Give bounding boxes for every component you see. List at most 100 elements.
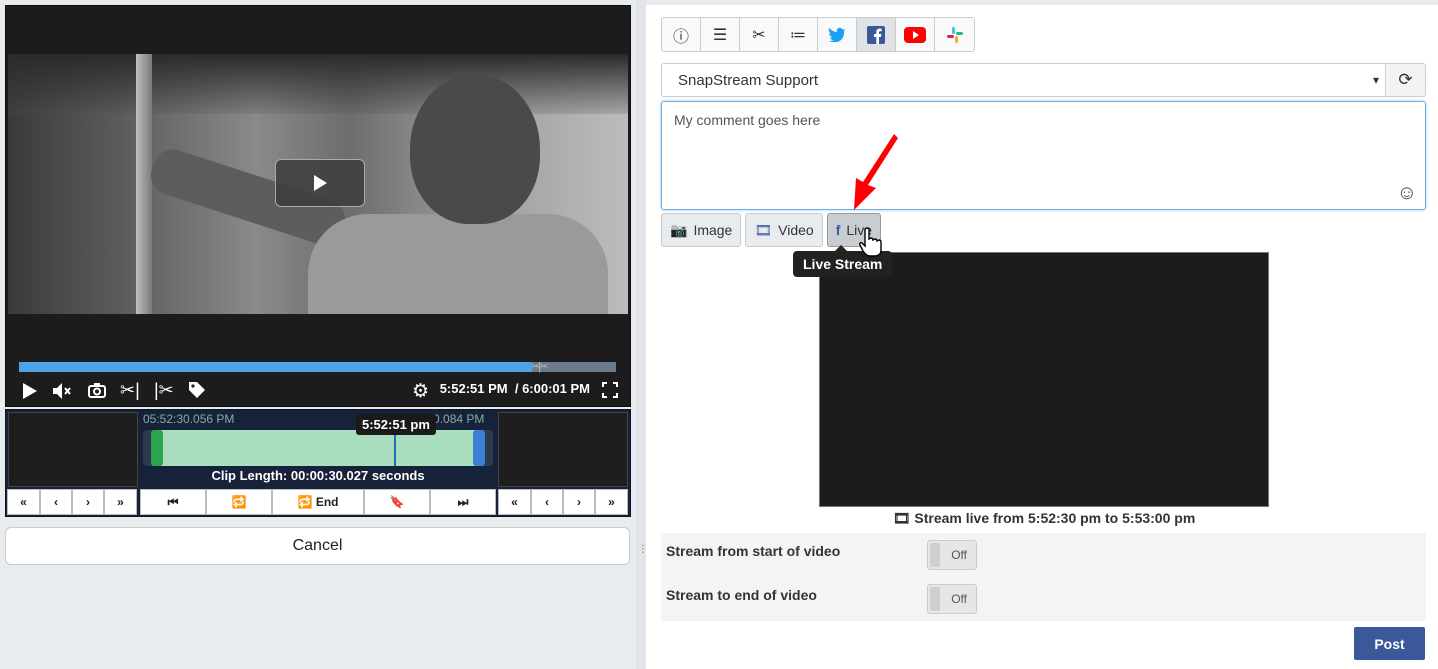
list-icon: ≔: [790, 26, 806, 44]
youtube-icon: [904, 26, 926, 43]
video-player[interactable]: ✂|✂ ✂| |✂ ⚙ 5:52:51 PM / 6:00:01 PM: [5, 5, 631, 407]
clip-start-handle[interactable]: [151, 430, 163, 466]
video-bg-head: [410, 74, 540, 224]
text-icon: ☰: [712, 26, 728, 44]
go-end-button[interactable]: ⏭: [430, 489, 496, 515]
loop-icon: 🔁: [297, 495, 313, 509]
fullscreen-button[interactable]: [602, 382, 618, 398]
playhead-cursor[interactable]: [394, 430, 396, 466]
total-time: / 6:00:01 PM: [514, 381, 590, 396]
clip-marker-icon: ✂|✂: [531, 361, 548, 373]
tab-slack[interactable]: [935, 18, 974, 51]
stream-start-label: Stream from start of video: [666, 543, 841, 559]
film-icon: 🎞: [754, 221, 773, 238]
stream-start-state: Off: [951, 548, 967, 562]
skip-end-icon: ⏭: [457, 494, 469, 509]
right-panel: ⓘ ☰ ✂ ≔ SnapStream Support ▾ ⟳ My commen…: [646, 5, 1438, 669]
account-select[interactable]: SnapStream Support ▾: [661, 63, 1386, 97]
tag-button[interactable]: [188, 381, 206, 399]
stream-range-text: Stream live from 5:52:30 pm to 5:53:00 p…: [914, 510, 1196, 526]
tab-clip[interactable]: ✂: [740, 18, 779, 51]
stream-start-toggle[interactable]: Off: [927, 540, 977, 570]
film-icon: 🎞: [892, 510, 911, 526]
start-nav-buttons: « ‹ › »: [7, 489, 137, 515]
scissors-end-icon: |✂: [154, 380, 174, 400]
stream-preview: [819, 252, 1269, 507]
go-start-button[interactable]: ⏮: [140, 489, 206, 515]
clip-end-handle[interactable]: [473, 430, 485, 466]
current-time: 5:52:51 PM: [439, 381, 508, 396]
snapshot-button[interactable]: [88, 382, 106, 398]
start-forward-big-button[interactable]: »: [104, 489, 137, 515]
start-forward-button[interactable]: ›: [72, 489, 104, 515]
big-play-button[interactable]: [275, 159, 365, 207]
play-icon: [314, 175, 327, 191]
end-forward-button[interactable]: ›: [563, 489, 595, 515]
start-back-button[interactable]: ‹: [40, 489, 72, 515]
video-button[interactable]: 🎞 Video: [745, 213, 823, 247]
video-bg-body: [308, 214, 608, 314]
panel-splitter[interactable]: ⋮: [636, 0, 648, 669]
end-back-big-button[interactable]: «: [498, 489, 531, 515]
cancel-button[interactable]: Cancel: [5, 527, 630, 565]
emoji-icon[interactable]: ☺: [1397, 182, 1417, 205]
image-button-label: Image: [693, 222, 733, 238]
settings-button[interactable]: ⚙: [412, 380, 429, 403]
play-button[interactable]: [22, 382, 38, 400]
hand-cursor-icon: [859, 227, 882, 257]
bookmark-button[interactable]: 🔖: [364, 489, 430, 515]
clip-button[interactable]: ✂|: [120, 380, 140, 401]
refresh-icon: ⟳: [1398, 70, 1413, 89]
facebook-icon: [867, 25, 885, 44]
refresh-button[interactable]: ⟳: [1386, 63, 1426, 97]
tab-text[interactable]: ☰: [701, 18, 740, 51]
clip-start-label: 05:52:30.056 PM: [143, 412, 235, 426]
mute-icon: [53, 383, 71, 399]
scissors-icon: ✂|: [120, 380, 140, 400]
stream-end-toggle[interactable]: Off: [927, 584, 977, 614]
share-tabs: ⓘ ☰ ✂ ≔: [661, 17, 975, 52]
volume-button[interactable]: [52, 382, 72, 400]
tab-youtube[interactable]: [896, 18, 935, 51]
clip-range-slider[interactable]: [143, 430, 493, 466]
end-forward-big-button[interactable]: »: [595, 489, 628, 515]
start-back-big-button[interactable]: «: [7, 489, 40, 515]
tag-icon: [189, 382, 205, 398]
end-nav-buttons: « ‹ › »: [498, 489, 628, 515]
video-frame[interactable]: [8, 54, 628, 314]
seek-bar-fill: [19, 362, 533, 372]
clip-length-text: Clip Length: 00:00:30.027 seconds: [211, 468, 425, 483]
camera-icon: [88, 383, 106, 398]
comment-field[interactable]: My comment goes here ☺: [661, 101, 1426, 210]
tab-twitter[interactable]: [818, 18, 857, 51]
tab-info[interactable]: ⓘ: [662, 18, 701, 51]
tab-list[interactable]: ≔: [779, 18, 818, 51]
stream-range-label: 🎞 Stream live from 5:52:30 pm to 5:53:00…: [819, 510, 1269, 527]
stream-options: Stream from start of video Off Stream to…: [661, 533, 1426, 621]
facebook-f-icon: f: [835, 222, 841, 238]
account-row: SnapStream Support ▾ ⟳: [661, 63, 1426, 97]
skip-start-icon: ⏮: [167, 494, 179, 509]
end-back-button[interactable]: ‹: [531, 489, 563, 515]
scissors-icon: ✂: [752, 26, 766, 44]
chevron-down-icon: ▾: [1372, 73, 1379, 87]
video-bg-rail: [8, 54, 628, 114]
image-button[interactable]: 📷 Image: [661, 213, 742, 247]
clip-end-button[interactable]: |✂: [154, 380, 174, 401]
slack-icon: [946, 26, 963, 43]
end-thumbnail: [498, 412, 628, 487]
seek-bar[interactable]: ✂|✂: [19, 361, 616, 373]
tab-facebook[interactable]: [857, 18, 896, 51]
loop-button[interactable]: 🔁: [206, 489, 272, 515]
clip-selection: [155, 430, 479, 466]
bookmark-icon: 🔖: [389, 495, 405, 509]
info-icon: ⓘ: [672, 28, 689, 46]
loop-icon: 🔁: [231, 495, 247, 509]
loop-end-button[interactable]: 🔁 End: [272, 489, 364, 515]
clip-action-buttons: ⏮ 🔁 🔁 End 🔖 ⏭: [140, 489, 496, 515]
end-button-label: End: [315, 495, 339, 509]
post-button[interactable]: Post: [1354, 627, 1425, 660]
camera-icon: 📷: [670, 221, 688, 238]
twitter-icon: [828, 27, 845, 42]
gear-icon: ⚙: [412, 381, 430, 402]
